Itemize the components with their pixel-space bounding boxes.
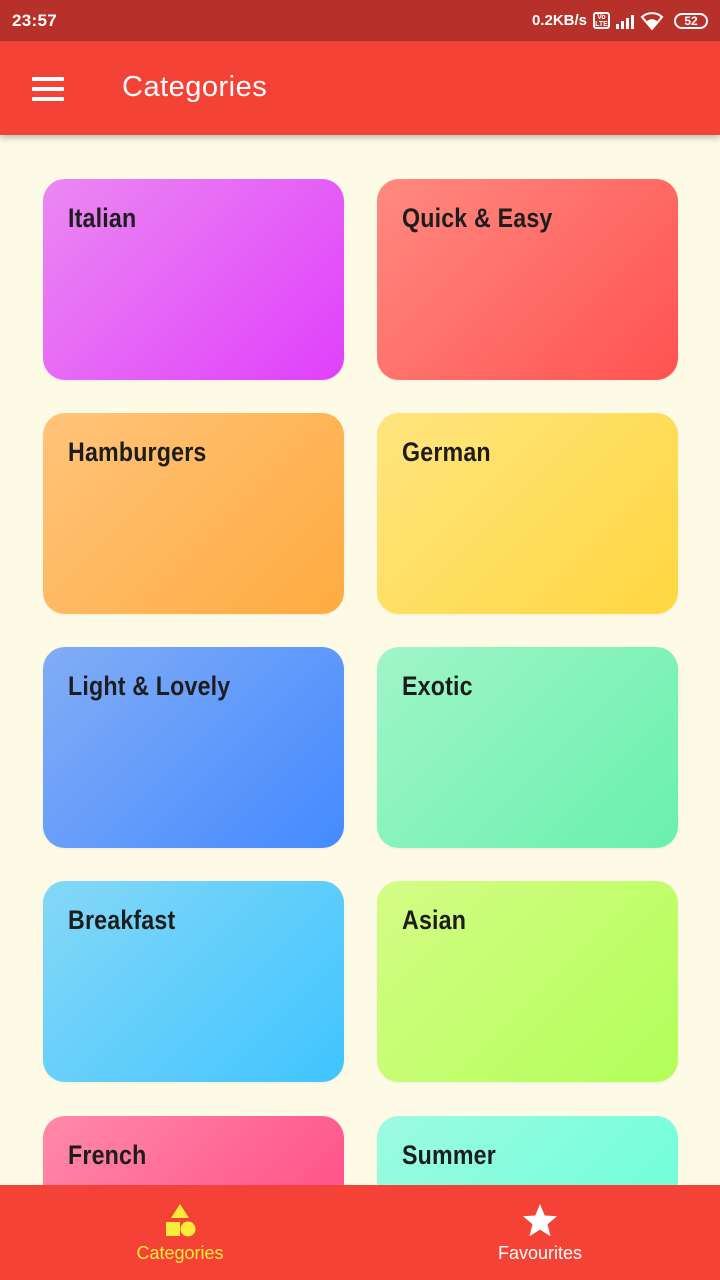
category-tile-hamburgers[interactable]: Hamburgers [43,413,344,614]
wifi-icon [640,11,664,30]
nav-item-favourites[interactable]: Favourites [360,1185,720,1280]
star-icon [523,1204,557,1237]
category-tile-breakfast[interactable]: Breakfast [43,881,344,1082]
status-bar: 23:57 0.2KB/s Vo LTE 52 [0,0,720,41]
nav-label-categories: Categories [136,1243,224,1263]
category-shapes-icon [166,1204,196,1237]
status-icons: 0.2KB/s Vo LTE 52 [531,11,708,30]
category-label: Hamburgers [68,437,207,467]
status-time: 23:57 [12,10,57,30]
category-label: Breakfast [68,905,176,935]
bottom-navigation: Categories Favourites [0,1185,720,1280]
category-tile-german[interactable]: German [377,413,678,614]
category-grid: Italian Quick & Easy Hamburgers German L… [0,135,720,1185]
category-label: French [68,1140,147,1170]
category-label: Quick & Easy [402,203,553,233]
category-label: German [402,437,491,467]
page-title: Categories [122,71,268,103]
category-label: Asian [402,905,467,935]
category-tile-french[interactable]: French [43,1116,344,1185]
category-label: Summer [402,1140,496,1170]
category-tile-italian[interactable]: Italian [43,179,344,380]
nav-label-favourites: Favourites [497,1243,583,1263]
category-label: Exotic [402,671,473,701]
hamburger-menu-icon[interactable] [22,63,74,115]
battery-icon: 52 [674,12,708,29]
signal-icon [616,13,634,29]
volte-icon: Vo LTE [593,12,610,29]
app-bar: Categories [0,41,720,135]
category-tile-exotic[interactable]: Exotic [377,647,678,848]
category-tile-light-lovely[interactable]: Light & Lovely [43,647,344,848]
nav-item-categories[interactable]: Categories [0,1185,360,1280]
network-speed: 0.2KB/s [531,12,587,29]
category-label: Italian [68,203,137,233]
category-label: Light & Lovely [68,671,231,701]
category-tile-quick-easy[interactable]: Quick & Easy [377,179,678,380]
category-tile-asian[interactable]: Asian [377,881,678,1082]
category-tile-summer[interactable]: Summer [377,1116,678,1185]
